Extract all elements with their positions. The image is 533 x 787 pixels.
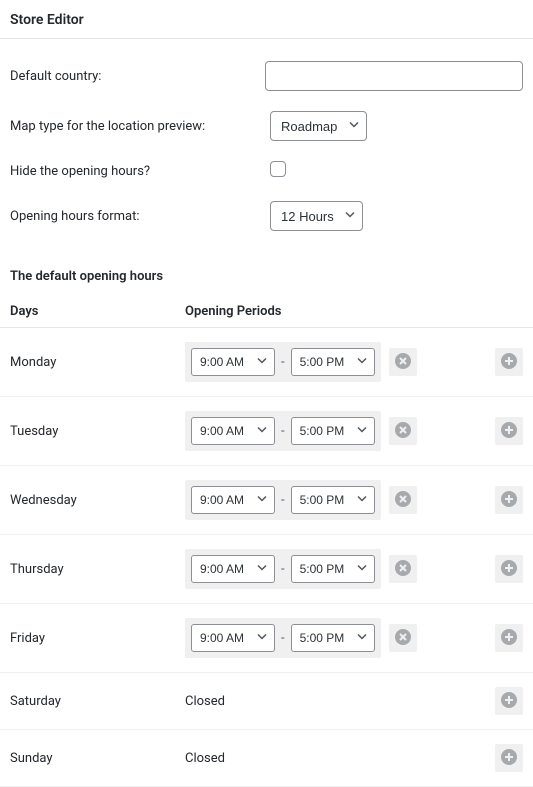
plus-circle-icon [500,559,518,580]
hours-row: Tuesday9:00 AM-5:00 PM [0,397,533,466]
add-period-button[interactable] [495,687,523,715]
close-circle-icon [394,559,412,580]
hours-table-body: Monday9:00 AM-5:00 PMTuesday9:00 AM-5:00… [0,328,533,787]
add-period-button[interactable] [495,744,523,772]
open-time-select[interactable]: 9:00 AM [191,348,275,376]
control-hide-hours [270,161,523,181]
add-period-button[interactable] [495,348,523,376]
hours-table-header: Days Opening Periods [0,296,533,328]
hours-row: Wednesday9:00 AM-5:00 PM [0,466,533,535]
close-time-select[interactable]: 5:00 PM [291,555,375,583]
remove-period-button[interactable] [389,417,417,445]
section-title: Store Editor [0,0,533,39]
label-default-country: Default country: [10,69,265,84]
default-country-input[interactable] [265,61,523,91]
hide-hours-checkbox[interactable] [270,161,286,177]
plus-circle-icon [500,748,518,769]
time-period: 9:00 AM-5:00 PM [185,411,381,451]
time-separator: - [275,424,291,439]
remove-period-button[interactable] [389,555,417,583]
close-circle-icon [394,421,412,442]
day-name: Thursday [10,562,185,577]
day-name: Friday [10,631,185,646]
add-period-button[interactable] [495,417,523,445]
periods-cell: 9:00 AM-5:00 PM [185,480,523,520]
day-name: Wednesday [10,493,185,508]
map-type-select[interactable]: Roadmap [270,111,367,141]
hours-row: SundayClosed [0,730,533,787]
row-hours-format: Opening hours format: 12 Hours [10,191,523,241]
periods-cell: Closed [185,744,523,772]
time-separator: - [275,631,291,646]
time-separator: - [275,493,291,508]
day-name: Monday [10,355,185,370]
time-separator: - [275,562,291,577]
open-time-select[interactable]: 9:00 AM [191,624,275,652]
close-time-select[interactable]: 5:00 PM [291,417,375,445]
open-time-select[interactable]: 9:00 AM [191,486,275,514]
time-separator: - [275,355,291,370]
time-period: 9:00 AM-5:00 PM [185,549,381,589]
close-time-select[interactable]: 5:00 PM [291,486,375,514]
day-name: Saturday [10,694,185,709]
control-map-type: Roadmap [270,111,523,141]
add-period-button[interactable] [495,555,523,583]
time-period: 9:00 AM-5:00 PM [185,480,381,520]
close-circle-icon [394,490,412,511]
add-period-button[interactable] [495,624,523,652]
periods-cell: 9:00 AM-5:00 PM [185,411,523,451]
control-default-country [265,61,523,91]
remove-period-button[interactable] [389,486,417,514]
remove-period-button[interactable] [389,348,417,376]
settings-form: Default country: Map type for the locati… [0,39,533,261]
periods-cell: 9:00 AM-5:00 PM [185,618,523,658]
periods-cell: 9:00 AM-5:00 PM [185,342,523,382]
open-time-select[interactable]: 9:00 AM [191,417,275,445]
hours-format-select[interactable]: 12 Hours [270,201,363,231]
plus-circle-icon [500,421,518,442]
hours-section-title: The default opening hours [0,261,533,296]
closed-label: Closed [185,694,225,709]
label-map-type: Map type for the location preview: [10,119,270,134]
periods-cell: Closed [185,687,523,715]
time-period: 9:00 AM-5:00 PM [185,342,381,382]
column-days: Days [10,304,185,319]
control-hours-format: 12 Hours [270,201,523,231]
hours-row: SaturdayClosed [0,673,533,730]
row-default-country: Default country: [10,51,523,101]
add-period-button[interactable] [495,486,523,514]
close-time-select[interactable]: 5:00 PM [291,624,375,652]
remove-period-button[interactable] [389,624,417,652]
label-hide-hours: Hide the opening hours? [10,164,270,179]
close-time-select[interactable]: 5:00 PM [291,348,375,376]
closed-label: Closed [185,751,225,766]
hours-row: Monday9:00 AM-5:00 PM [0,328,533,397]
day-name: Sunday [10,751,185,766]
plus-circle-icon [500,628,518,649]
hours-row: Thursday9:00 AM-5:00 PM [0,535,533,604]
open-time-select[interactable]: 9:00 AM [191,555,275,583]
column-periods: Opening Periods [185,304,281,319]
day-name: Tuesday [10,424,185,439]
periods-cell: 9:00 AM-5:00 PM [185,549,523,589]
label-hours-format: Opening hours format: [10,209,270,224]
hours-row: Friday9:00 AM-5:00 PM [0,604,533,673]
close-circle-icon [394,628,412,649]
close-circle-icon [394,352,412,373]
time-period: 9:00 AM-5:00 PM [185,618,381,658]
plus-circle-icon [500,352,518,373]
row-map-type: Map type for the location preview: Roadm… [10,101,523,151]
plus-circle-icon [500,691,518,712]
plus-circle-icon [500,490,518,511]
row-hide-hours: Hide the opening hours? [10,151,523,191]
